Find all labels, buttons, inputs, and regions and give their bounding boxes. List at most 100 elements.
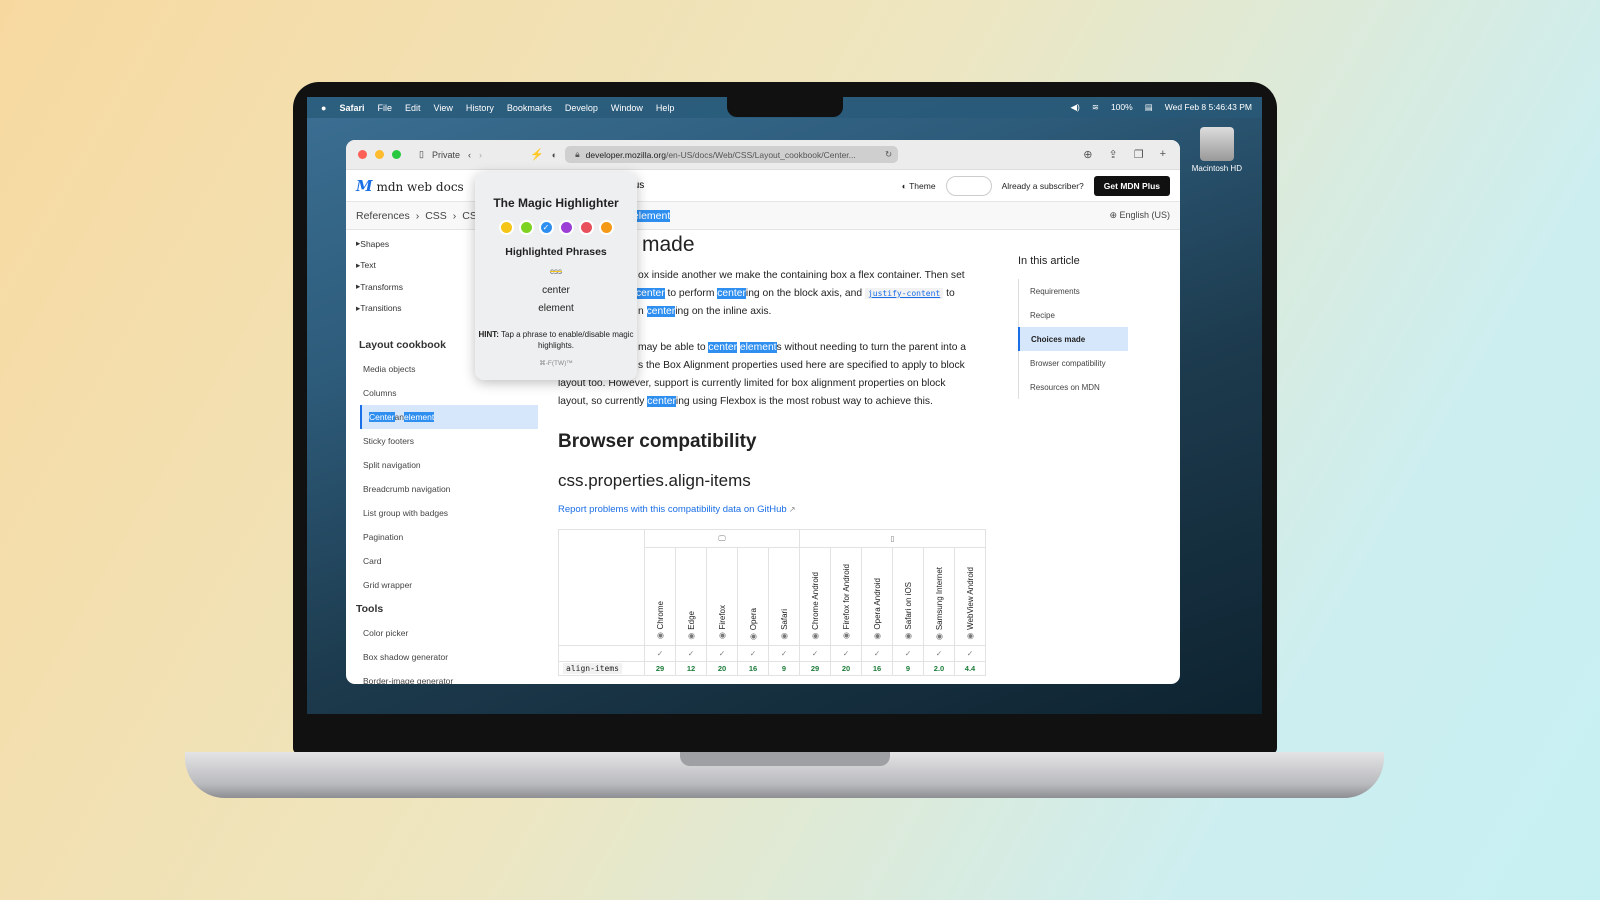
screen: ● Safari File Edit View History Bookmark…: [307, 97, 1262, 714]
apple-icon[interactable]: ●: [321, 103, 326, 113]
browser-icon: ◉: [810, 632, 820, 641]
theme-button[interactable]: ◐ Theme: [902, 181, 936, 191]
reload-icon[interactable]: ↻: [885, 149, 892, 160]
browser-header: ◉ WebView Android: [954, 547, 986, 646]
support-version[interactable]: 2.0: [923, 661, 955, 676]
sidebar-item[interactable]: Sticky footers: [356, 429, 536, 453]
support-version[interactable]: 29: [799, 661, 831, 676]
tabs-icon[interactable]: ❐: [1134, 148, 1144, 161]
sidebar-item[interactable]: Color picker: [356, 621, 536, 645]
menu-develop[interactable]: Develop: [565, 103, 598, 113]
battery-label[interactable]: 100%: [1111, 102, 1133, 113]
sidebar-toggle-icon[interactable]: ▯: [419, 149, 424, 160]
color-swatch[interactable]: [598, 220, 614, 235]
support-version[interactable]: 9: [768, 661, 800, 676]
status-area: ◀) ≋ 100% ▤ Wed Feb 8 5:46:43 PM: [1070, 102, 1252, 113]
browser-header: ◉ Firefox for Android: [830, 547, 862, 646]
sidebar-item[interactable]: Border-image generator: [356, 669, 536, 684]
menu-help[interactable]: Help: [656, 103, 675, 113]
support-version[interactable]: 20: [706, 661, 738, 676]
camera-notch: [727, 97, 843, 117]
wifi-icon[interactable]: ≋: [1092, 102, 1099, 113]
mdn-header: M mdn web docs us ◐ Theme Already a subs…: [346, 170, 1180, 202]
toc-item[interactable]: Requirements: [1018, 279, 1128, 303]
download-icon[interactable]: ⊕: [1083, 148, 1092, 161]
color-swatch[interactable]: [518, 220, 534, 235]
sidebar-item[interactable]: Breadcrumb navigation: [356, 477, 536, 501]
menu-edit[interactable]: Edit: [405, 103, 421, 113]
phrase-element[interactable]: element: [475, 303, 637, 321]
subscriber-link[interactable]: Already a subscriber?: [1002, 181, 1084, 191]
support-check: ✓: [675, 645, 707, 662]
laptop-lip: [680, 752, 890, 766]
browser-header: ◉ Opera: [737, 547, 769, 646]
magic-highlighter-popup: The Magic Highlighter ✓ Highlighted Phra…: [475, 172, 637, 380]
color-swatch[interactable]: [498, 220, 514, 235]
color-swatch[interactable]: ✓: [538, 220, 554, 235]
menu-history[interactable]: History: [466, 103, 494, 113]
toc-item[interactable]: Browser compatibility: [1018, 351, 1128, 375]
browser-header: ◉ Edge: [675, 547, 707, 646]
phrase-css[interactable]: css: [475, 267, 637, 285]
browser-header: ◉ Chrome Android: [799, 547, 831, 646]
get-mdn-plus-button[interactable]: Get MDN Plus: [1093, 175, 1170, 196]
zoom-button[interactable]: [392, 150, 401, 159]
support-version[interactable]: 16: [737, 661, 769, 676]
language-selector[interactable]: ⊕ English (US): [1109, 210, 1170, 221]
forward-icon[interactable]: ›: [479, 150, 482, 160]
support-version[interactable]: 9: [892, 661, 924, 676]
color-swatch[interactable]: [558, 220, 574, 235]
address-bar[interactable]: 🔒︎ developer.mozilla.org/en-US/docs/Web/C…: [565, 146, 899, 163]
phrase-center[interactable]: center: [475, 285, 637, 303]
sidebar-item[interactable]: List group with badges: [356, 501, 536, 525]
paragraph-2-line-4: layout, so currently centering using Fle…: [558, 396, 933, 407]
search-input[interactable]: [945, 175, 992, 196]
share-icon[interactable]: ⇪: [1108, 148, 1117, 161]
sidebar-item[interactable]: Box shadow generator: [356, 645, 536, 669]
control-center-icon[interactable]: ▤: [1145, 102, 1153, 113]
support-version[interactable]: 16: [861, 661, 893, 676]
sidebar-item-selected[interactable]: Center an element: [360, 405, 538, 429]
desktop-drive[interactable]: Macintosh HD: [1192, 127, 1242, 173]
report-problems-link[interactable]: Report problems with this compatibility …: [558, 504, 787, 515]
menu-view[interactable]: View: [433, 103, 452, 113]
menu-app[interactable]: Safari: [339, 103, 364, 113]
shield-icon[interactable]: ◐: [552, 150, 557, 160]
toc-item-active[interactable]: Choices made: [1018, 327, 1128, 351]
new-tab-icon[interactable]: +: [1160, 148, 1166, 161]
breadcrumb-css[interactable]: CSS: [425, 210, 447, 222]
sidebar-item[interactable]: Grid wrapper: [356, 573, 536, 597]
justify-content-link[interactable]: justify-content: [864, 288, 944, 299]
breadcrumb-references[interactable]: References: [356, 210, 410, 222]
support-version[interactable]: 12: [675, 661, 707, 676]
support-check: ✓: [737, 645, 769, 662]
breadcrumb-current[interactable]: element: [632, 209, 671, 222]
table-of-contents: In this article Requirements Recipe Choi…: [1018, 255, 1128, 399]
sidebar-item[interactable]: Columns: [356, 381, 536, 405]
sidebar-item[interactable]: Card: [356, 549, 536, 573]
menu-window[interactable]: Window: [611, 103, 643, 113]
mdn-logo[interactable]: M mdn web docs: [356, 177, 464, 195]
toc-item[interactable]: Recipe: [1018, 303, 1128, 327]
browser-header: ◉ Samsung Internet: [923, 547, 955, 646]
sidebar-item[interactable]: Pagination: [356, 525, 536, 549]
menu-bookmarks[interactable]: Bookmarks: [507, 103, 552, 113]
clock[interactable]: Wed Feb 8 5:46:43 PM: [1165, 102, 1252, 113]
minimize-button[interactable]: [375, 150, 384, 159]
support-version[interactable]: 20: [830, 661, 862, 676]
browser-icon: ◉: [686, 632, 696, 641]
support-check: ✓: [830, 645, 862, 662]
color-swatches: ✓: [475, 220, 637, 235]
color-swatch[interactable]: [578, 220, 594, 235]
menu-file[interactable]: File: [377, 103, 392, 113]
magic-highlighter-icon[interactable]: ⚡: [530, 148, 544, 161]
volume-icon[interactable]: ◀): [1070, 102, 1079, 113]
sidebar-item[interactable]: Split navigation: [356, 453, 536, 477]
support-version[interactable]: 4.4: [954, 661, 986, 676]
sidebar-heading-tools: Tools: [356, 603, 384, 615]
close-button[interactable]: [358, 150, 367, 159]
toc-item[interactable]: Resources on MDN: [1018, 375, 1128, 399]
support-version[interactable]: 29: [644, 661, 676, 676]
browser-header: ◉ Chrome: [644, 547, 676, 646]
back-icon[interactable]: ‹: [468, 150, 471, 160]
